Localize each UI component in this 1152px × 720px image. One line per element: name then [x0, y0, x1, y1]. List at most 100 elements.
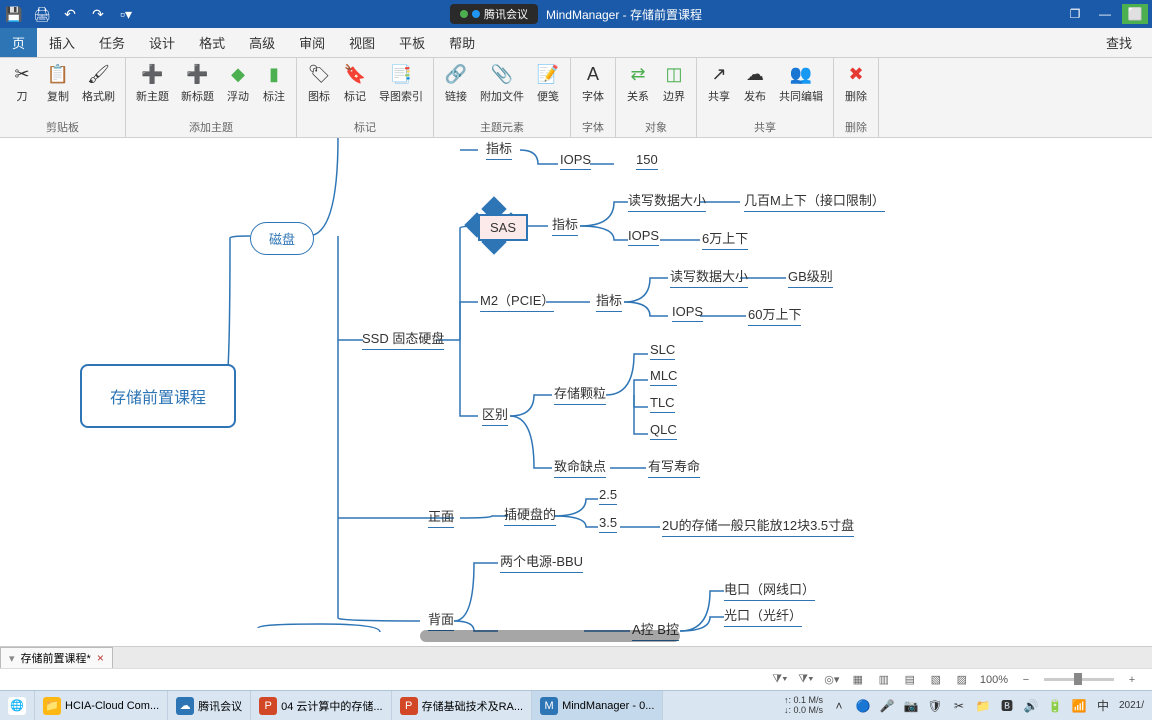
relation-button[interactable]: ⇄关系 [622, 60, 654, 106]
new-subtopic-button[interactable]: ➕新标题 [177, 60, 218, 106]
node-tlc[interactable]: TLC [650, 395, 675, 413]
view1-icon[interactable]: ▦ [850, 672, 866, 688]
tray-shield-icon[interactable]: 🛡 [927, 698, 943, 714]
node-rwsize-sas[interactable]: 读写数据大小 [628, 190, 706, 212]
node-rwsize-m2-val[interactable]: GB级别 [788, 266, 833, 288]
node-fatal[interactable]: 致命缺点 [554, 456, 606, 478]
tray-snip-icon[interactable]: ✂ [951, 698, 967, 714]
node-qubie[interactable]: 区别 [482, 404, 508, 426]
node-slc[interactable]: SLC [650, 342, 675, 360]
tray-folder-icon[interactable]: 📁 [975, 698, 991, 714]
icons-button[interactable]: 🏷图标 [303, 60, 335, 106]
task-ppt1[interactable]: P04 云计算中的存储... [251, 691, 391, 720]
tray-app1-icon[interactable]: 🔵 [855, 698, 871, 714]
link-button[interactable]: 🔗链接 [440, 60, 472, 106]
tray-wifi-icon[interactable]: 📶 [1071, 698, 1087, 714]
tray-mic-icon[interactable]: 🎤 [879, 698, 895, 714]
menu-tab-insert[interactable]: 插入 [37, 28, 87, 57]
restore-window-icon[interactable]: ❐ [1062, 4, 1088, 24]
target-icon[interactable]: ◎▾ [824, 672, 840, 688]
node-m2[interactable]: M2（PCIE） [480, 290, 554, 312]
zoom-slider[interactable] [1044, 678, 1114, 681]
node-iops-m2-val[interactable]: 60万上下 [748, 304, 801, 326]
node-35[interactable]: 3.5 [599, 515, 617, 533]
node-front[interactable]: 正面 [428, 506, 454, 528]
node-rwsize-m2[interactable]: 读写数据大小 [670, 266, 748, 288]
attach-button[interactable]: 📎附加文件 [476, 60, 528, 106]
node-psu[interactable]: 两个电源-BBU [500, 551, 583, 573]
tags-button[interactable]: 🔖标记 [339, 60, 371, 106]
index-button[interactable]: 📑导图索引 [375, 60, 427, 106]
new-topic-button[interactable]: ➕新主题 [132, 60, 173, 106]
node-35-note[interactable]: 2U的存储一般只能放12块3.5寸盘 [662, 515, 854, 537]
node-rwsize-sas-val[interactable]: 几百M上下（接口限制） [744, 190, 885, 212]
node-iops1[interactable]: IOPS [560, 152, 591, 170]
tray-cam-icon[interactable]: 📷 [903, 698, 919, 714]
menu-tab-tasks[interactable]: 任务 [87, 28, 137, 57]
redo-icon[interactable]: ↷ [88, 4, 108, 24]
node-qlc[interactable]: QLC [650, 422, 677, 440]
node-iops-m2[interactable]: IOPS [672, 304, 703, 322]
node-fiber[interactable]: 光口（光纤） [724, 605, 802, 627]
disk-node[interactable]: 磁盘 [250, 222, 314, 255]
menu-find[interactable]: 查找 [1106, 28, 1152, 57]
font-button[interactable]: A字体 [577, 60, 609, 106]
node-iops-sas-val[interactable]: 6万上下 [702, 228, 748, 250]
node-ssd[interactable]: SSD 固态硬盘 [362, 328, 444, 350]
task-mindmanager[interactable]: MMindManager - 0... [532, 691, 663, 720]
node-iops1-val[interactable]: 150 [636, 152, 658, 170]
zoom-out-icon[interactable]: − [1018, 672, 1034, 688]
cut-button[interactable]: ✂刀 [6, 60, 38, 106]
menu-tab-tablet[interactable]: 平板 [387, 28, 437, 57]
doc-tab[interactable]: ▾ 存储前置课程* × [0, 647, 113, 668]
ime-icon[interactable]: 中 [1095, 698, 1111, 714]
menu-tab-view[interactable]: 视图 [337, 28, 387, 57]
notes-button[interactable]: 📝便笺 [532, 60, 564, 106]
minimize-icon[interactable]: — [1092, 4, 1118, 24]
view4-icon[interactable]: ▧ [928, 672, 944, 688]
view2-icon[interactable]: ▥ [876, 672, 892, 688]
menu-tab-help[interactable]: 帮助 [437, 28, 487, 57]
maximize-icon[interactable]: ⬜ [1122, 4, 1148, 24]
task-chrome[interactable]: 🌐 [0, 691, 35, 720]
publish-button[interactable]: ☁发布 [739, 60, 771, 106]
view3-icon[interactable]: ▤ [902, 672, 918, 688]
root-node[interactable]: 存储前置课程 [80, 364, 236, 428]
menu-tab-advanced[interactable]: 高级 [237, 28, 287, 57]
tray-battery-icon[interactable]: 🔋 [1047, 698, 1063, 714]
filter-icon[interactable]: ⧩▾ [772, 672, 788, 688]
undo-icon[interactable]: ↶ [60, 4, 80, 24]
menu-tab-design[interactable]: 设计 [137, 28, 187, 57]
node-sas-selected[interactable]: SAS [478, 214, 528, 241]
close-icon[interactable]: × [97, 651, 104, 665]
tray-vol-icon[interactable]: 🔊 [1023, 698, 1039, 714]
node-fatal-val[interactable]: 有写寿命 [648, 456, 700, 478]
node-mlc[interactable]: MLC [650, 368, 677, 386]
horizontal-scrollbar[interactable] [420, 630, 680, 642]
boundary-button[interactable]: ◫边界 [658, 60, 690, 106]
node-zhibiao-m2[interactable]: 指标 [596, 290, 622, 312]
tray-chevron-icon[interactable]: ˄ [831, 698, 847, 714]
view5-icon[interactable]: ▨ [954, 672, 970, 688]
node-zhibiao1[interactable]: 指标 [486, 138, 512, 160]
menu-tab-format[interactable]: 格式 [187, 28, 237, 57]
save-icon[interactable]: 💾 [4, 4, 24, 24]
node-storage-cell[interactable]: 存储颗粒 [554, 383, 606, 405]
node-zhibiao-sas[interactable]: 指标 [552, 214, 578, 236]
task-folder[interactable]: 📁HCIA-Cloud Com... [35, 691, 168, 720]
callout-button[interactable]: ▮标注 [258, 60, 290, 106]
tray-b-icon[interactable]: 🅱 [999, 698, 1015, 714]
format-painter-button[interactable]: 🖌格式刷 [78, 60, 119, 106]
menu-tab-review[interactable]: 审阅 [287, 28, 337, 57]
floating-button[interactable]: ◆浮动 [222, 60, 254, 106]
task-tencent[interactable]: ☁腾讯会议 [168, 691, 251, 720]
task-ppt2[interactable]: P存储基础技术及RA... [392, 691, 532, 720]
coedit-button[interactable]: 👥共同编辑 [775, 60, 827, 106]
node-iops-sas[interactable]: IOPS [628, 228, 659, 246]
share-button[interactable]: ↗共享 [703, 60, 735, 106]
node-back[interactable]: 背面 [428, 609, 454, 631]
menu-tab-home[interactable]: 页 [0, 28, 37, 57]
print-icon[interactable]: 🖨 [32, 4, 52, 24]
delete-button[interactable]: ✖删除 [840, 60, 872, 106]
filter2-icon[interactable]: ⧩▾ [798, 672, 814, 688]
